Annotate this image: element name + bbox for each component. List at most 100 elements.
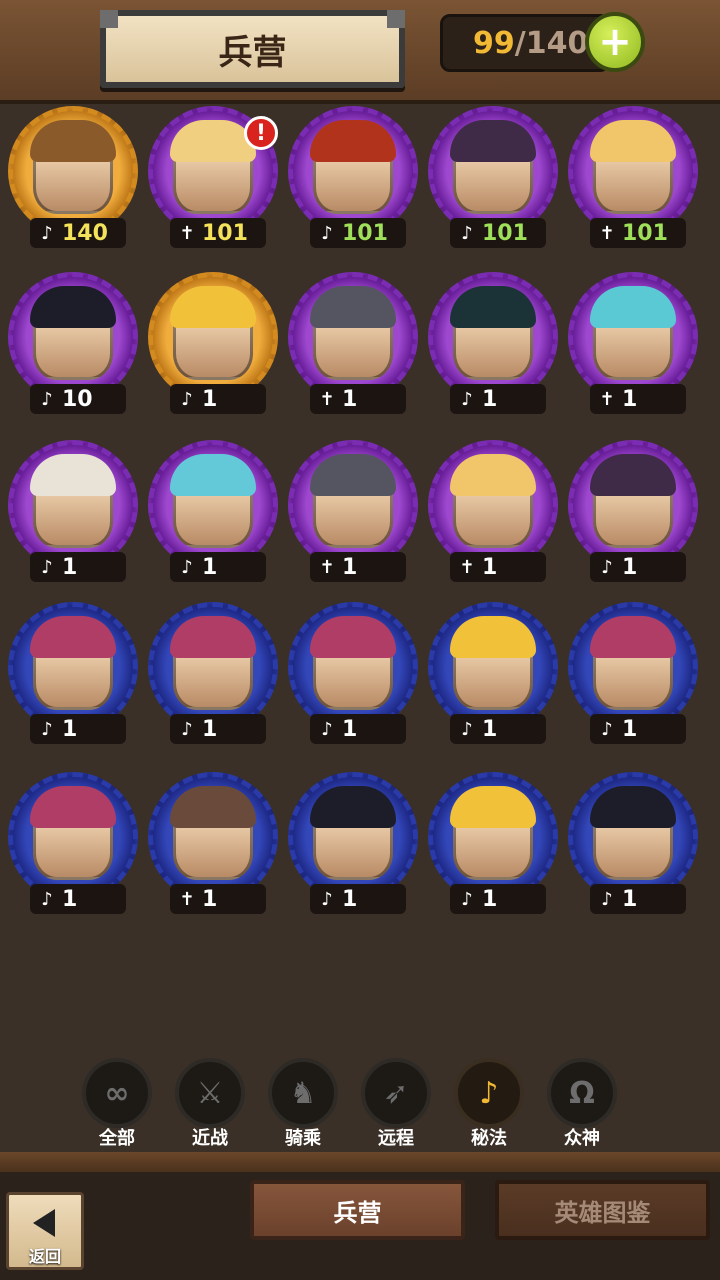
hero-count-label: ✝ 101 — [170, 218, 266, 248]
hero-count-label: ♪ 1 — [170, 552, 266, 582]
arcane-class-icon: ♪ — [41, 222, 53, 244]
hero-card[interactable]: ♪ 1 — [148, 602, 278, 747]
hero-count-label: ✝ 1 — [310, 384, 406, 414]
arcane-class-icon: ♪ — [181, 556, 193, 578]
hero-count: 1 — [482, 716, 498, 742]
hero-count-label: ♪ 1 — [590, 884, 686, 914]
hero-card[interactable]: ✝ 1 — [428, 440, 558, 585]
ranged-filter-icon: ➶ — [361, 1058, 431, 1128]
hero-card[interactable]: ♪ 1 — [8, 440, 138, 585]
hero-count: 1 — [342, 554, 358, 580]
hero-count: 1 — [622, 716, 638, 742]
hero-count-label: ♪ 1 — [450, 714, 546, 744]
melee-class-icon: ✝ — [179, 222, 195, 244]
hero-count: 1 — [342, 886, 358, 912]
arcane-class-icon: ♪ — [41, 388, 53, 410]
arcane-class-icon: ♪ — [321, 888, 333, 910]
filter-label: 近战 — [192, 1128, 228, 1149]
gods-filter-icon: Ω — [547, 1058, 617, 1128]
hero-card[interactable]: ✝ 1 — [568, 272, 698, 417]
melee-class-icon: ✝ — [599, 388, 615, 410]
hero-count-label: ✝ 1 — [310, 552, 406, 582]
melee-class-icon: ✝ — [179, 888, 195, 910]
hero-count-label: ♪ 1 — [450, 384, 546, 414]
filter-arcane[interactable]: ♪ 秘法 — [452, 1058, 526, 1149]
hero-card[interactable]: ♪ 1 — [8, 772, 138, 917]
hero-count-label: ♪ 1 — [30, 714, 126, 744]
hero-card[interactable]: ♪ 1 — [428, 772, 558, 917]
hero-count: 101 — [482, 220, 528, 246]
hero-count: 1 — [62, 886, 78, 912]
melee-class-icon: ✝ — [459, 556, 475, 578]
hero-card[interactable]: ♪ 1 — [288, 602, 418, 747]
arcane-class-icon: ♪ — [41, 556, 53, 578]
hero-count-label: ♪ 1 — [450, 884, 546, 914]
hero-card[interactable]: ♪ 1 — [428, 602, 558, 747]
hero-card[interactable]: ✝ 1 — [288, 272, 418, 417]
hero-card[interactable]: ♪ 10 — [8, 272, 138, 417]
hero-count: 1 — [62, 554, 78, 580]
add-capacity-button[interactable]: + — [585, 12, 645, 72]
hero-count: 101 — [342, 220, 388, 246]
hero-count: 1 — [622, 886, 638, 912]
hero-count: 1 — [622, 554, 638, 580]
arcane-class-icon: ♪ — [601, 888, 613, 910]
hero-count-label: ✝ 1 — [170, 884, 266, 914]
hero-count-label: ♪ 101 — [450, 218, 546, 248]
filter-all[interactable]: ∞ 全部 — [80, 1058, 154, 1149]
filter-mounted[interactable]: ♞ 骑乘 — [266, 1058, 340, 1149]
hero-count-label: ♪ 140 — [30, 218, 126, 248]
hero-card[interactable]: ♪ 1 — [148, 272, 278, 417]
hero-card[interactable]: ✝ 1 — [288, 440, 418, 585]
back-label: 返回 — [28, 1247, 61, 1266]
filter-label: 秘法 — [471, 1128, 507, 1149]
page-title: 兵营 — [218, 32, 287, 73]
hero-count-label: ♪ 101 — [310, 218, 406, 248]
hero-count: 1 — [202, 886, 218, 912]
hero-count-label: ♪ 10 — [30, 384, 126, 414]
filter-label: 骑乘 — [285, 1128, 321, 1149]
arcane-class-icon: ♪ — [41, 718, 53, 740]
hero-count: 101 — [622, 220, 668, 246]
arcane-class-icon: ♪ — [181, 718, 193, 740]
hero-card[interactable]: ♪ 1 — [428, 272, 558, 417]
title-plaque: 兵营 — [100, 10, 405, 88]
hero-card[interactable]: ♪ 140 — [8, 106, 138, 251]
tab-barracks[interactable]: 兵营 — [250, 1180, 465, 1240]
filter-ranged[interactable]: ➶ 远程 — [359, 1058, 433, 1149]
arcane-class-icon: ♪ — [41, 888, 53, 910]
filter-gods[interactable]: Ω 众神 — [545, 1058, 619, 1149]
hero-card[interactable]: ♪ 1 — [288, 772, 418, 917]
hero-card[interactable]: ♪ 101 — [428, 106, 558, 251]
hero-count: 1 — [622, 386, 638, 412]
hero-count: 1 — [202, 386, 218, 412]
arcane-class-icon: ♪ — [461, 718, 473, 740]
hero-count-label: ♪ 1 — [30, 552, 126, 582]
hero-count-label: ♪ 1 — [590, 714, 686, 744]
hero-card[interactable]: ✝ 1 — [148, 772, 278, 917]
hero-count-label: ♪ 1 — [310, 884, 406, 914]
hero-card[interactable]: ♪ 1 — [568, 602, 698, 747]
hero-count: 1 — [482, 886, 498, 912]
hero-card[interactable]: ! ✝ 101 — [148, 106, 278, 251]
hero-count: 1 — [202, 554, 218, 580]
hero-card[interactable]: ♪ 1 — [568, 772, 698, 917]
hero-card[interactable]: ♪ 101 — [288, 106, 418, 251]
hero-count-label: ✝ 1 — [450, 552, 546, 582]
bottom-divider — [0, 1152, 720, 1172]
hero-card[interactable]: ✝ 101 — [568, 106, 698, 251]
hero-count-label: ♪ 1 — [170, 384, 266, 414]
back-arrow-icon — [33, 1209, 55, 1237]
arcane-class-icon: ♪ — [181, 388, 193, 410]
hero-card[interactable]: ♪ 1 — [8, 602, 138, 747]
hero-count-label: ✝ 1 — [590, 384, 686, 414]
hero-card[interactable]: ♪ 1 — [568, 440, 698, 585]
filter-melee[interactable]: ⚔ 近战 — [173, 1058, 247, 1149]
hero-count: 10 — [62, 386, 93, 412]
filter-label: 众神 — [564, 1128, 600, 1149]
tab-hero-codex[interactable]: 英雄图鉴 — [495, 1180, 710, 1240]
hero-count: 101 — [202, 220, 248, 246]
hero-card[interactable]: ♪ 1 — [148, 440, 278, 585]
back-button[interactable]: 返回 — [6, 1192, 84, 1270]
hero-count-label: ♪ 1 — [170, 714, 266, 744]
